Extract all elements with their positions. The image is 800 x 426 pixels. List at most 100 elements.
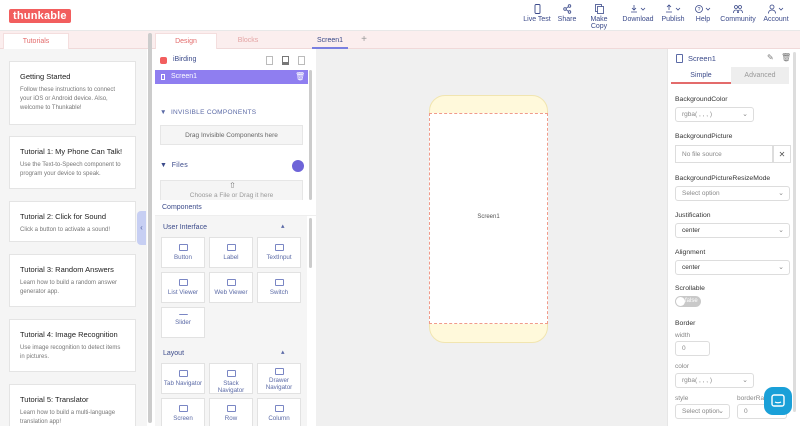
tutorial-card[interactable]: Tutorial 1: My Phone Can Talk! Use the T… — [9, 136, 136, 189]
collapse-layout-icon[interactable]: ▴ — [281, 348, 285, 356]
border-width-input[interactable]: 0 — [675, 341, 710, 356]
screen-tile-icon — [178, 405, 188, 412]
button-icon — [178, 244, 188, 251]
tile-label: Slider — [175, 319, 191, 326]
tree-item-screen1[interactable]: Screen1 🗑 — [155, 70, 308, 84]
stack-nav-icon — [226, 370, 236, 377]
layout-header[interactable]: Layout — [163, 350, 184, 357]
upload-icon — [666, 4, 681, 13]
nav-label: Share — [557, 16, 577, 23]
edit-icon[interactable]: ✎ — [767, 53, 774, 62]
phone-preview-icon[interactable] — [282, 56, 289, 65]
nav-live-test[interactable]: Live Test — [522, 4, 552, 28]
device-frame-icon[interactable] — [298, 56, 305, 65]
component-drawer-navigator[interactable]: Drawer Navigator — [257, 363, 301, 394]
component-web-viewer[interactable]: Web Viewer — [209, 272, 253, 303]
delete-icon[interactable]: 🗑 — [781, 53, 791, 62]
component-tab-navigator[interactable]: Tab Navigator — [161, 363, 205, 394]
alignment-select[interactable]: center ⌄ — [675, 260, 790, 275]
properties-scrollbar[interactable] — [793, 52, 796, 412]
tutorial-card[interactable]: Tutorial 5: Translator Learn how to buil… — [9, 384, 136, 426]
clear-picture-icon[interactable]: ✕ — [773, 145, 791, 163]
tutorial-desc: Use the Text-to-Speech component to prog… — [20, 162, 121, 177]
components-scrollbar[interactable] — [309, 218, 312, 268]
nav-help[interactable]: ? Help — [693, 4, 713, 28]
copy-icon — [594, 4, 604, 14]
component-label[interactable]: Label — [209, 237, 253, 268]
component-row[interactable]: Row — [209, 398, 253, 426]
scrollable-toggle[interactable]: false — [675, 296, 701, 307]
bg-resize-value: Select option — [682, 190, 720, 197]
tab-tutorials[interactable]: Tutorials — [3, 33, 69, 49]
tile-label: TextInput — [266, 254, 292, 261]
tutorial-card[interactable]: Tutorial 4: Image Recognition Use image … — [9, 319, 136, 372]
component-screen[interactable]: Screen — [161, 398, 205, 426]
invisible-components-header[interactable]: ▼ INVISIBLE COMPONENTS — [160, 109, 256, 116]
tab-design[interactable]: Design — [155, 33, 217, 49]
trash-icon[interactable]: 🗑 — [295, 70, 305, 84]
border-color-picker[interactable]: rgba( , , , ) ⌄ — [675, 373, 754, 388]
nav-community[interactable]: Community — [720, 4, 756, 28]
tutorial-title: Tutorial 1: My Phone Can Talk! — [20, 147, 123, 156]
tutorial-card[interactable]: Tutorial 3: Random Answers Learn how to … — [9, 254, 136, 307]
collapse-panel-handle[interactable]: ‹ — [137, 211, 146, 245]
design-scrollbar[interactable] — [309, 70, 312, 200]
component-slider[interactable]: Slider — [161, 307, 205, 338]
properties-title: Screen1 — [688, 54, 716, 63]
nav-download[interactable]: Download — [621, 4, 655, 28]
component-switch[interactable]: Switch — [257, 272, 301, 303]
collapse-ui-icon[interactable]: ▴ — [281, 222, 285, 230]
svg-text:?: ? — [698, 7, 701, 13]
nav-share[interactable]: Share — [555, 4, 579, 28]
nav-publish[interactable]: Publish — [659, 4, 687, 28]
nav-account[interactable]: Account — [762, 4, 790, 28]
tutorials-scrollbar[interactable] — [148, 33, 152, 423]
tutorial-title: Tutorial 2: Click for Sound — [20, 212, 107, 221]
component-list-viewer[interactable]: List Viewer — [161, 272, 205, 303]
component-column[interactable]: Column — [257, 398, 301, 426]
user-interface-header[interactable]: User Interface — [163, 224, 207, 231]
tablet-icon[interactable] — [266, 56, 273, 65]
border-style-select[interactable]: Select option ⌄ — [675, 404, 730, 419]
nav-make-copy[interactable]: Make Copy — [582, 4, 616, 30]
bg-color-label: BackgroundColor — [675, 96, 728, 103]
bg-color-picker[interactable]: rgba( , , , ) ⌄ — [675, 107, 754, 122]
tab-simple[interactable]: Simple — [671, 67, 731, 84]
chat-button[interactable] — [764, 387, 792, 415]
chevron-down-icon: ⌄ — [718, 408, 724, 415]
tile-label: Stack Navigator — [217, 380, 245, 394]
phone-icon — [534, 4, 540, 14]
tab-nav-icon — [178, 370, 188, 377]
textinput-icon — [274, 244, 284, 251]
help-icon: ? — [695, 5, 711, 13]
add-screen-button[interactable]: + — [358, 33, 370, 47]
tab-blocks[interactable]: Blocks — [224, 33, 272, 49]
chat-icon — [771, 394, 785, 407]
border-width-label: width — [675, 332, 691, 339]
tab-screen1[interactable]: Screen1 — [312, 34, 348, 49]
files-header[interactable]: ▼ Files — [160, 162, 188, 169]
tutorial-card[interactable]: Getting Started Follow these instruction… — [9, 61, 136, 125]
nav-label: Make Copy — [590, 16, 608, 30]
component-stack-navigator[interactable]: Stack Navigator — [209, 363, 253, 394]
justification-select[interactable]: center ⌄ — [675, 223, 790, 238]
justification-label: Justification — [675, 212, 711, 219]
tree-item-label: Screen1 — [171, 73, 198, 80]
tile-label: Switch — [269, 289, 289, 296]
label-icon — [226, 244, 236, 251]
tutorial-title: Tutorial 4: Image Recognition — [20, 330, 118, 339]
app-icon — [160, 57, 167, 64]
bg-picture-field[interactable]: No file source — [675, 145, 773, 163]
tutorial-card[interactable]: Tutorial 2: Click for Sound Click a butt… — [9, 201, 136, 242]
bg-resize-select[interactable]: Select option ⌄ — [675, 186, 790, 201]
component-textinput[interactable]: TextInput — [257, 237, 301, 268]
tab-advanced[interactable]: Advanced — [731, 67, 789, 84]
app-tree-row[interactable]: iBirding — [160, 55, 310, 67]
component-button[interactable]: Button — [161, 237, 205, 268]
invisible-drop-zone[interactable]: Drag Invisible Components here — [160, 125, 303, 145]
chevron-down-icon: ⌄ — [778, 190, 784, 197]
tutorial-desc: Learn how to build a multi-language tran… — [20, 410, 116, 425]
thunkable-logo[interactable]: thunkable — [9, 9, 71, 23]
tutorial-title: Getting Started — [20, 72, 71, 81]
web-icon — [226, 279, 236, 286]
